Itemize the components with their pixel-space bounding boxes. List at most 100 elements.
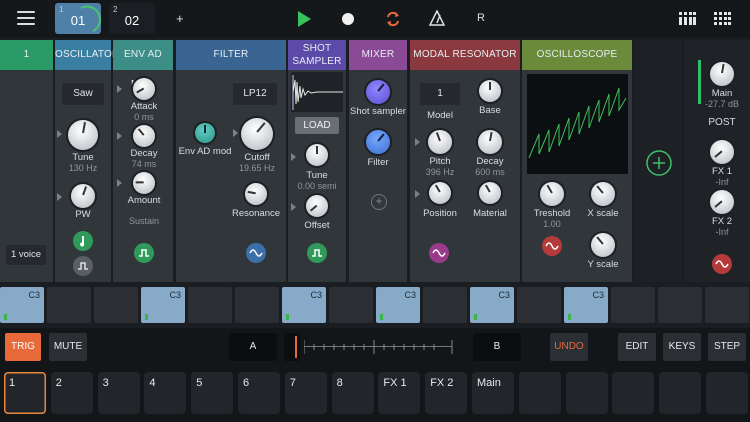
pad-button[interactable]: FX 2 xyxy=(425,372,468,414)
add-module-icon[interactable] xyxy=(646,150,672,176)
trig-button[interactable]: TRIG xyxy=(5,333,41,361)
pulse-wave-icon[interactable] xyxy=(307,243,327,263)
pattern-tab-1[interactable]: 1 01 xyxy=(55,3,101,34)
mute-button[interactable]: MUTE xyxy=(49,333,87,361)
env-mod-knob[interactable] xyxy=(195,123,215,143)
pad-button[interactable]: 4 xyxy=(144,372,187,414)
tune-knob[interactable] xyxy=(306,144,328,166)
step-cell[interactable]: C3 xyxy=(564,287,608,323)
main-value: -27.7 dB xyxy=(704,99,740,109)
pad-button[interactable] xyxy=(612,372,655,414)
step-cell[interactable] xyxy=(705,287,749,323)
tune-knob[interactable] xyxy=(68,120,98,150)
grid-view-icon[interactable] xyxy=(714,12,731,25)
main-volume-knob[interactable] xyxy=(710,62,734,86)
sine-wave-icon[interactable] xyxy=(542,236,562,256)
offset-knob[interactable] xyxy=(306,195,328,217)
filter-type-selector[interactable]: LP12 xyxy=(233,83,277,105)
mixer-view-icon[interactable] xyxy=(679,12,696,25)
pad-button[interactable]: Main xyxy=(472,372,514,414)
metronome-icon[interactable] xyxy=(429,10,445,26)
play-icon[interactable] xyxy=(296,10,312,28)
shot-sampler-level-knob[interactable] xyxy=(366,80,390,104)
edit-button[interactable]: EDIT xyxy=(618,333,656,361)
keys-button[interactable]: KEYS xyxy=(663,333,701,361)
step-cell[interactable]: C3 xyxy=(376,287,420,323)
decay-knob[interactable] xyxy=(478,130,502,154)
sine-wave-icon[interactable] xyxy=(429,243,449,263)
pad-button[interactable]: 3 xyxy=(97,372,140,414)
step-cell[interactable] xyxy=(517,287,561,323)
step-button[interactable]: STEP xyxy=(708,333,746,361)
load-button[interactable]: LOAD xyxy=(295,117,339,134)
rec-mode-button[interactable]: R xyxy=(477,12,485,24)
step-note: C3 xyxy=(404,290,416,300)
pad-button[interactable]: 2 xyxy=(50,372,93,414)
step-cell[interactable] xyxy=(423,287,467,323)
pitch-knob[interactable] xyxy=(428,130,452,154)
model-selector[interactable]: 1 xyxy=(420,83,460,105)
track-header[interactable]: 1 xyxy=(0,40,53,70)
step-cell[interactable]: C3 xyxy=(0,287,44,323)
base-knob[interactable] xyxy=(479,80,501,102)
sine-wave-icon[interactable] xyxy=(246,243,266,263)
waveform-selector[interactable]: Saw xyxy=(62,83,104,105)
resonance-knob[interactable] xyxy=(245,183,267,205)
step-note: C3 xyxy=(592,290,604,300)
sustain-toggle[interactable]: Sustain xyxy=(109,216,179,226)
pulse-wave-icon[interactable] xyxy=(134,243,154,263)
material-knob[interactable] xyxy=(479,182,501,204)
fx1-send-knob[interactable] xyxy=(710,140,734,164)
threshold-knob[interactable] xyxy=(540,182,564,206)
pad-button[interactable]: 5 xyxy=(191,372,234,414)
amount-knob[interactable] xyxy=(133,172,155,194)
add-input-button[interactable]: + xyxy=(371,194,387,210)
x-scale-knob[interactable] xyxy=(591,182,615,206)
decay-label: Decay xyxy=(476,156,504,167)
pulse-wave-icon[interactable] xyxy=(73,256,93,276)
pad-button[interactable]: 8 xyxy=(331,372,374,414)
loop-icon[interactable] xyxy=(385,10,401,28)
record-icon[interactable] xyxy=(341,12,355,26)
sample-waveform-display[interactable] xyxy=(291,72,343,112)
step-cell[interactable]: C3 xyxy=(141,287,185,323)
step-cell[interactable] xyxy=(188,287,232,323)
position-knob[interactable] xyxy=(429,182,451,204)
undo-button[interactable]: UNDO xyxy=(550,333,588,361)
voice-selector[interactable]: 1 voice xyxy=(6,245,46,265)
pad-button[interactable]: FX 1 xyxy=(378,372,421,414)
fx2-send-knob[interactable] xyxy=(710,190,734,214)
post-toggle[interactable]: POST xyxy=(687,117,750,128)
fx1-label: FX 1 xyxy=(711,166,733,177)
pw-knob[interactable] xyxy=(71,184,95,208)
step-cell[interactable] xyxy=(329,287,373,323)
pad-button[interactable] xyxy=(659,372,702,414)
step-cell[interactable]: C3 xyxy=(282,287,326,323)
add-pattern-button[interactable]: + xyxy=(176,11,184,26)
pattern-tab-2[interactable]: 2 02 xyxy=(109,3,155,34)
crossfader-handle[interactable] xyxy=(284,333,300,361)
scene-b-button[interactable]: B xyxy=(473,333,521,361)
sine-wave-icon[interactable] xyxy=(712,254,732,274)
note-icon[interactable] xyxy=(73,231,93,251)
step-cell[interactable] xyxy=(47,287,91,323)
attack-knob[interactable] xyxy=(133,78,155,100)
step-cell[interactable] xyxy=(94,287,138,323)
pad-button[interactable] xyxy=(706,372,748,414)
decay-knob[interactable] xyxy=(133,125,155,147)
scene-a-button[interactable]: A xyxy=(229,333,277,361)
step-cell[interactable] xyxy=(235,287,279,323)
pad-button[interactable]: 7 xyxy=(284,372,327,414)
crossfader[interactable] xyxy=(284,333,454,361)
step-cell[interactable]: C3 xyxy=(470,287,514,323)
step-cell[interactable] xyxy=(658,287,702,323)
menu-icon[interactable] xyxy=(17,11,35,25)
pad-button[interactable]: 6 xyxy=(238,372,280,414)
y-scale-knob[interactable] xyxy=(591,233,615,257)
pad-button[interactable]: 1 xyxy=(4,372,46,414)
cutoff-knob[interactable] xyxy=(241,118,273,150)
filter-level-knob[interactable] xyxy=(366,130,390,154)
pad-button[interactable] xyxy=(518,372,561,414)
pad-button[interactable] xyxy=(565,372,608,414)
step-cell[interactable] xyxy=(611,287,655,323)
